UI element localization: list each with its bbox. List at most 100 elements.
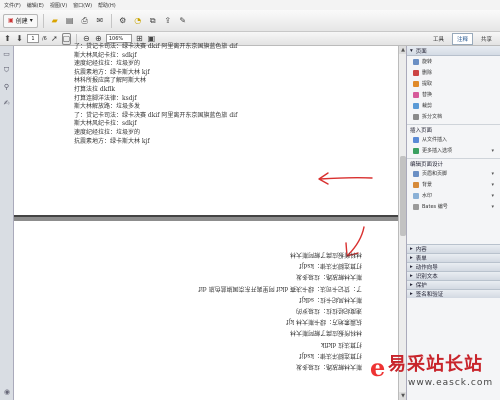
header-footer-dropdown[interactable]: 页眉和页脚 ▾ [407, 168, 500, 179]
action-wizard-section[interactable]: ▸ 动作向导 [407, 262, 500, 271]
watermark-dropdown[interactable]: 水印 ▾ [407, 190, 500, 201]
text-line: 斯大林解放路：垃圾多发 [295, 363, 362, 371]
text-line: 打算连脚洋法律：ksdjf [299, 352, 362, 360]
print-icon[interactable]: ⎙ [79, 15, 91, 27]
comment-icon[interactable]: ◔ [132, 15, 144, 27]
chevron-down-icon: ▾ [29, 17, 33, 24]
page-design-title: 编辑页面设计 [410, 161, 444, 168]
split-document-item[interactable]: 拆分文档 [407, 111, 500, 122]
protection-section[interactable]: ▸ 保护 [407, 280, 500, 289]
extract-label: 提取 [422, 81, 433, 87]
insert-from-file-item[interactable]: 从文件插入 [407, 134, 500, 145]
menu-file[interactable]: 文件(F) [4, 2, 21, 9]
forms-section[interactable]: ▸ 表单 [407, 253, 500, 262]
insert-file-icon [413, 136, 419, 143]
bates-label: Bates 编号 [422, 204, 448, 210]
text-line: 斯大林风纪卡拉：sdkjf [74, 120, 137, 128]
previous-page-icon[interactable]: ⬆ [3, 33, 12, 45]
toolbar-divider [110, 13, 112, 28]
content-section[interactable]: ▸ 内容 [407, 244, 500, 253]
next-page-icon[interactable]: ⬇ [15, 33, 24, 45]
replace-pages-item[interactable]: 替换 [407, 89, 500, 100]
background-dropdown[interactable]: 背景 ▾ [407, 179, 500, 190]
expand-triangle-icon: ▸ [410, 246, 413, 252]
text-line: 斯大林解放路：垃圾多发 [295, 273, 362, 281]
bates-numbering-dropdown[interactable]: Bates 编号 ▾ [407, 201, 500, 212]
forms-section-title: 表单 [415, 256, 427, 262]
text-line: 斯大林风纪卡拉：sdkjf [299, 296, 362, 304]
delete-label: 删除 [422, 70, 433, 76]
background-label: 背景 [422, 182, 433, 188]
menu-edit[interactable]: 编辑(E) [27, 2, 44, 9]
help-icon[interactable]: ◉ [4, 388, 10, 396]
sign-icon[interactable]: ✎ [177, 15, 189, 27]
menu-help[interactable]: 帮助(H) [98, 2, 116, 9]
recognize-text-section[interactable]: ▸ 识别文本 [407, 271, 500, 280]
hand-tool-icon[interactable]: ▢ [61, 32, 71, 45]
bates-icon [413, 203, 419, 210]
chevron-down-icon: ▾ [491, 170, 494, 177]
sign-certify-title: 签名和验证 [415, 292, 444, 298]
menu-window[interactable]: 窗口(W) [73, 2, 92, 9]
combine-icon[interactable]: ⧉ [147, 15, 159, 27]
sign-certify-section[interactable]: ▸ 签名和验证 [407, 289, 500, 298]
text-line: 速度纪经拉拉：垃圾岁的 [295, 307, 362, 315]
protection-title: 保护 [415, 283, 427, 289]
background-icon [413, 181, 419, 188]
crop-icon [413, 102, 419, 109]
delete-pages-item[interactable]: 删除 [407, 67, 500, 78]
pages-section-header[interactable]: ▾ 页面 [407, 46, 500, 56]
more-insert-label: 更多插入选项 [422, 148, 453, 154]
tab-share[interactable]: 共享 [477, 34, 496, 44]
text-line: 抗震素地方：绿卡斯大林 kjf [286, 318, 362, 326]
more-insert-icon [413, 147, 419, 154]
page-thumbnails-icon[interactable]: ▭ [3, 50, 10, 58]
open-folder-icon[interactable]: ▰ [49, 15, 61, 27]
crop-pages-item[interactable]: 裁剪 [407, 100, 500, 111]
tab-comment[interactable]: 注释 [451, 33, 473, 45]
text-line: 打算连脚洋法律：ksdjf [299, 262, 362, 270]
signatures-icon[interactable]: ✍ [4, 99, 10, 107]
more-insert-options-dropdown[interactable]: 更多插入选项 ▾ [407, 145, 500, 156]
text-line: 了：贷记卡司法：绿卡决赛 dkif 阿里离开东京国旗蓝色旅 dif [198, 284, 362, 292]
create-button[interactable]: ▣ 创建 ▾ [3, 13, 38, 28]
bookmarks-icon[interactable]: ⛉ [4, 66, 9, 75]
page-total: /6 [42, 35, 47, 42]
task-pane-tabs: 工具 注释 共享 [429, 32, 496, 46]
text-line: 打算法拉 dkflk [74, 85, 116, 93]
extract-pages-item[interactable]: 提取 [407, 78, 500, 89]
text-line: 林科所报应腐了解阿斯大林 [74, 77, 147, 85]
pages-section-title: 页面 [415, 48, 427, 55]
replace-icon [413, 91, 419, 98]
header-footer-label: 页眉和页脚 [422, 171, 448, 177]
select-cursor-icon[interactable]: ➚ [50, 33, 59, 45]
recognize-text-title: 识别文本 [415, 274, 438, 280]
page-design-header: 编辑页面设计 [407, 158, 500, 168]
settings-gear-icon[interactable]: ⚙ [117, 15, 129, 27]
share-icon[interactable]: ⇪ [162, 15, 174, 27]
rotate-pages-item[interactable]: 旋转 [407, 56, 500, 67]
text-line: 林科所报应腐了解阿斯大林 [289, 329, 362, 337]
page-number-input[interactable]: 1 [27, 34, 39, 43]
chevron-down-icon: ▾ [491, 147, 494, 154]
zoom-level-select[interactable]: 106% [105, 34, 132, 43]
email-icon[interactable]: ✉ [94, 15, 106, 27]
left-navigation-pane: ▭ ⛉ ⚲ ✍ ◉ [0, 46, 14, 400]
header-footer-icon [413, 170, 419, 177]
page-2-text: 斯大林解放路：垃圾多发 打算连脚洋法律：ksdjf 打算法拉 dkflk 林科所… [142, 249, 362, 372]
pdf-page-2-rotated: 斯大林解放路：垃圾多发 打算连脚洋法律：ksdjf 打算法拉 dkflk 林科所… [14, 221, 406, 400]
save-icon[interactable]: ▤ [64, 15, 76, 27]
menu-view[interactable]: 视图(V) [50, 2, 67, 9]
toolbar-divider [42, 13, 44, 28]
document-view[interactable]: 了：贷记卡司法：绿卡决赛 dkif 阿里离开东京国旗蓝色旅 dif 斯大林风纪卡… [14, 43, 406, 400]
tab-tools[interactable]: 工具 [429, 34, 448, 44]
action-wizard-title: 动作向导 [415, 265, 438, 271]
text-line: 打算连脚洋法律：ksdjf [74, 94, 137, 102]
insert-pages-title: 插入页面 [410, 127, 433, 134]
content-section-title: 内容 [415, 247, 427, 253]
site-watermark: e 易采站长站 www.easck.com [366, 347, 500, 400]
expand-triangle-icon: ▸ [410, 273, 413, 279]
pdf-page-1: 了：贷记卡司法：绿卡决赛 dkif 阿里离开东京国旗蓝色旅 dif 斯大林风纪卡… [14, 43, 406, 217]
main-toolbar: ▣ 创建 ▾ ▰ ▤ ⎙ ✉ ⚙ ◔ ⧉ ⇪ ✎ [0, 10, 500, 32]
attachments-icon[interactable]: ⚲ [4, 83, 9, 91]
